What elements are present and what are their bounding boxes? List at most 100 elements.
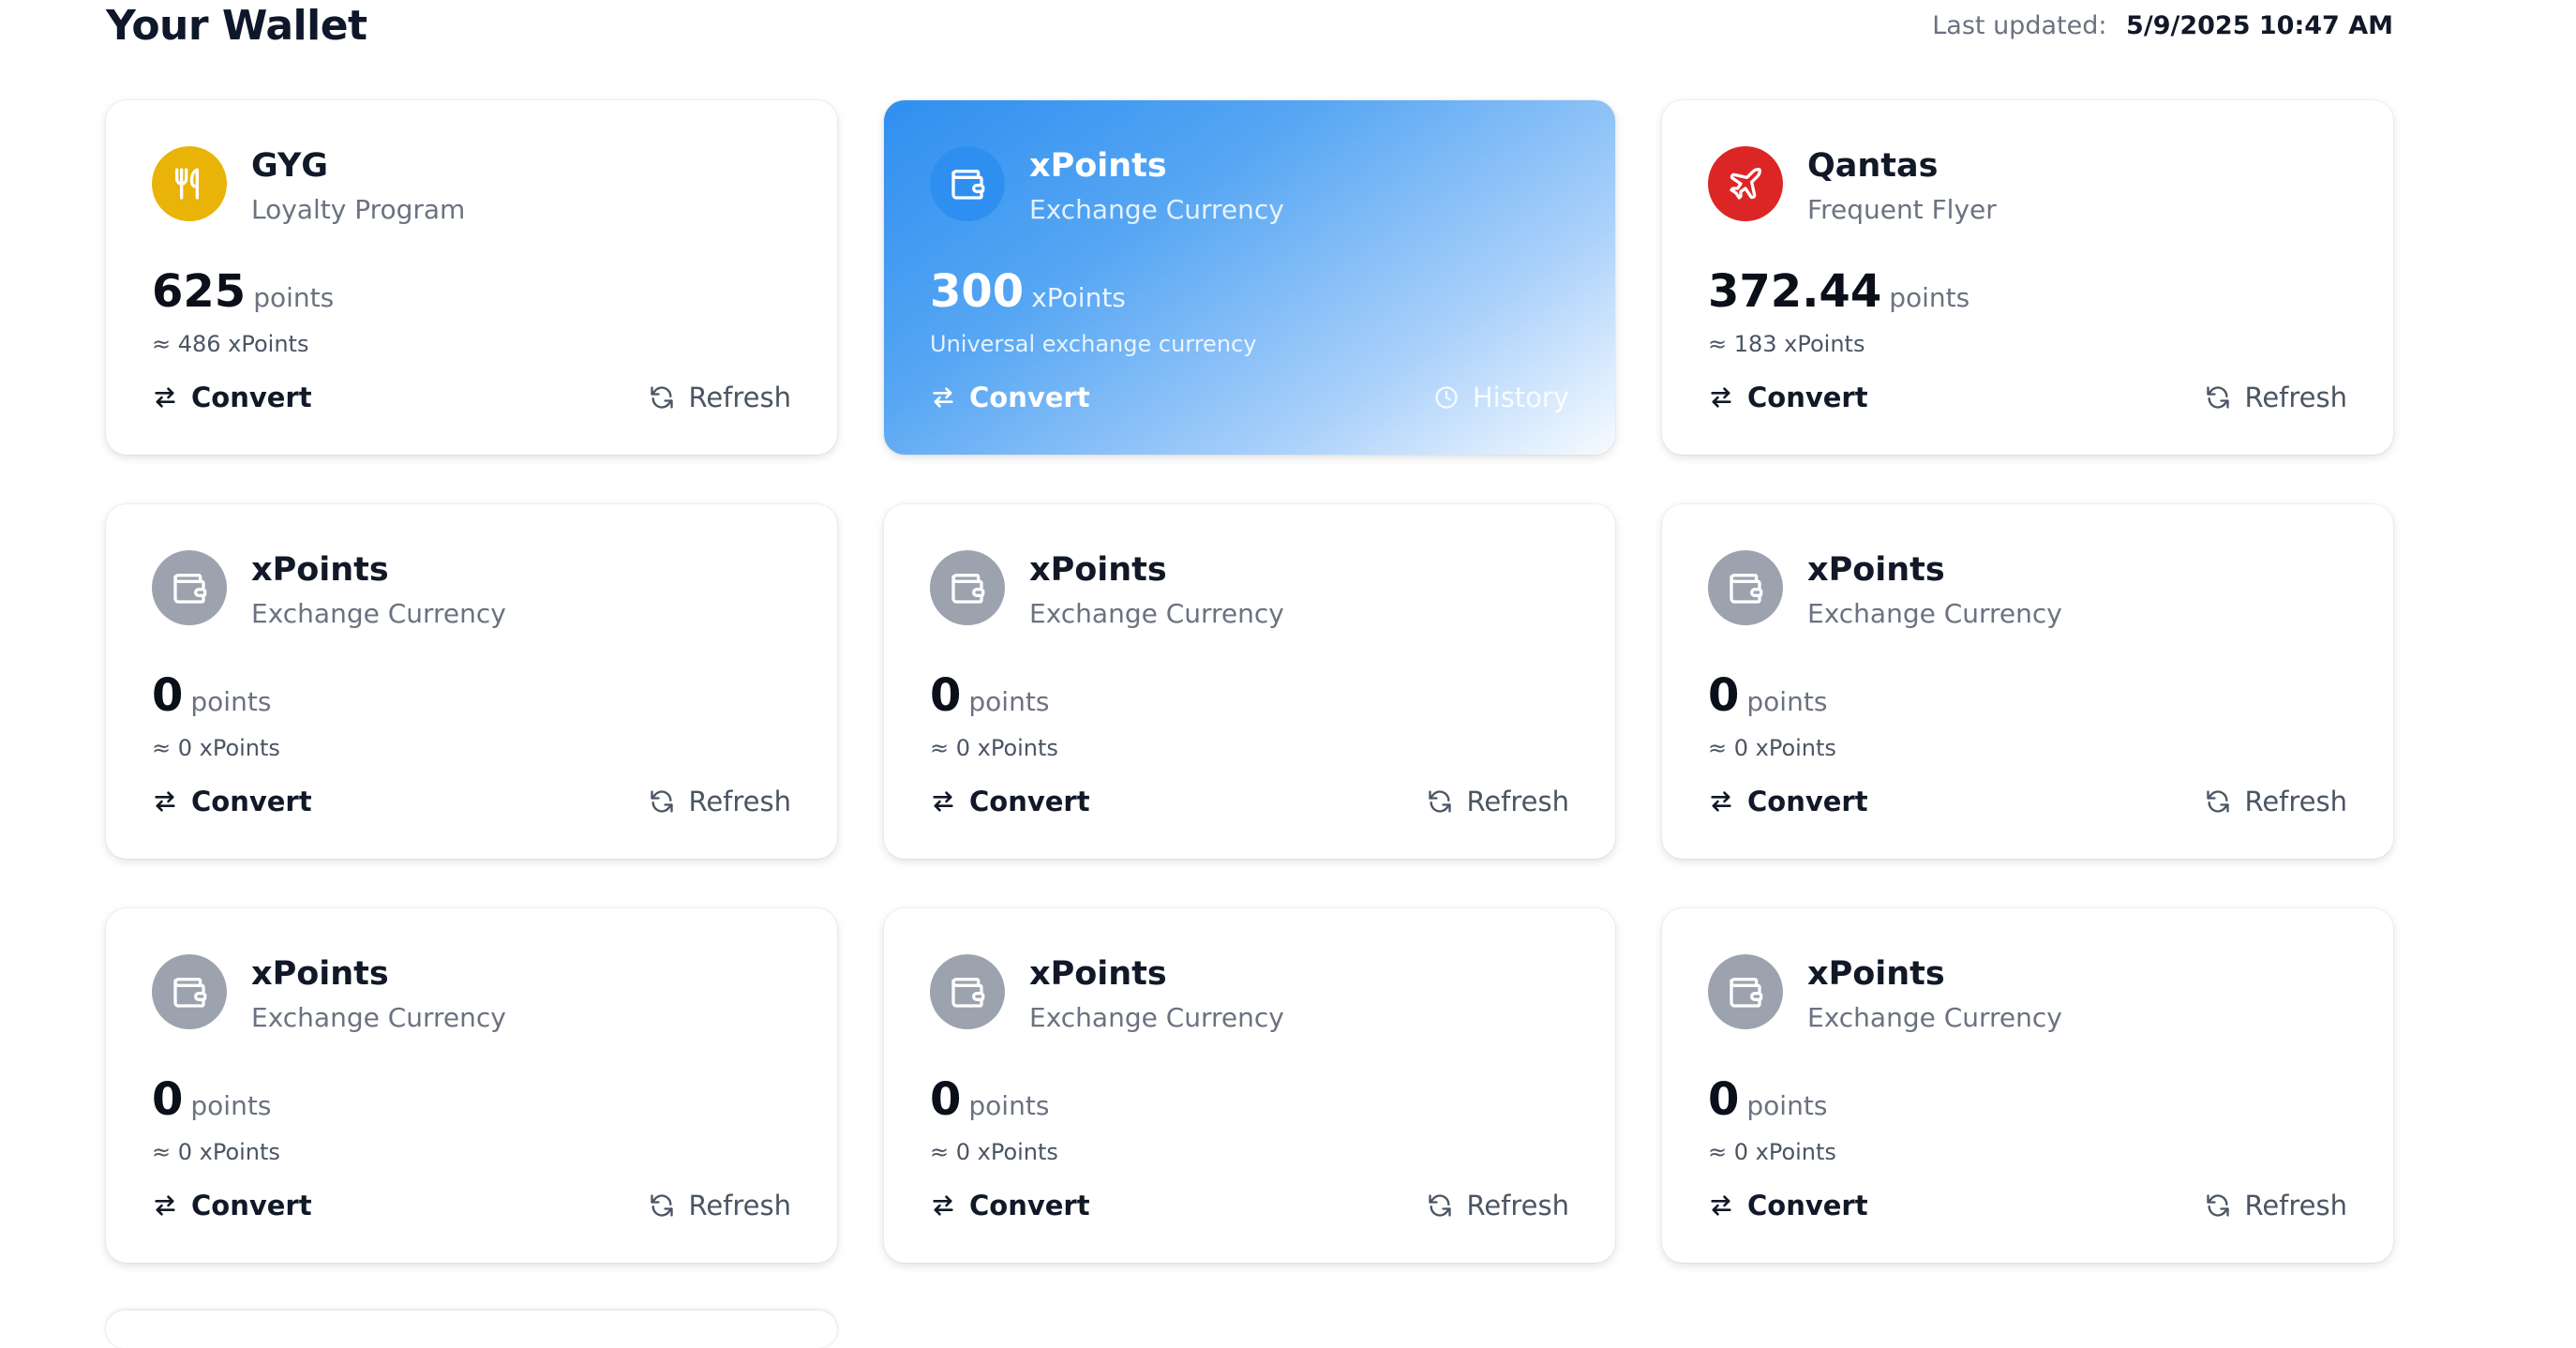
- refresh-label: Refresh: [688, 786, 791, 817]
- card-balance: 0 points: [930, 1073, 1049, 1126]
- refresh-icon: [2207, 790, 2230, 813]
- convert-label: Convert: [1747, 382, 1868, 413]
- card-balance: 0 points: [152, 669, 271, 722]
- card-approx: ≈ 0 xPoints: [1708, 1139, 1836, 1165]
- wallet-icon: [152, 954, 227, 1029]
- wallet-card-qantas[interactable]: Qantas Frequent Flyer 372.44 points ≈ 183…: [1662, 100, 2393, 455]
- wallet-card-gyg[interactable]: GYG Loyalty Program 625 points ≈ 486 xPoi…: [106, 100, 837, 455]
- wallet-card-xpoints[interactable]: xPoints Exchange Currency 0 points ≈ 0 xP…: [106, 908, 837, 1263]
- wallet-card-xpoints[interactable]: xPoints Exchange Currency 0 points ≈ 0 xP…: [1662, 908, 2393, 1263]
- card-subtitle: Exchange Currency: [1807, 598, 2062, 629]
- last-updated: Last updated: 5/9/2025 10:47 AM: [1932, 11, 2393, 40]
- card-subtitle: Exchange Currency: [1807, 1002, 2062, 1033]
- card-approx: ≈ 183 xPoints: [1708, 331, 1865, 357]
- card-name: xPoints: [1029, 955, 1167, 993]
- convert-label: Convert: [969, 786, 1090, 817]
- card-subtitle: Exchange Currency: [1029, 598, 1284, 629]
- card-amount: 0: [1708, 669, 1740, 722]
- wallet-icon: [930, 954, 1005, 1029]
- card-unit: points: [968, 1090, 1050, 1121]
- convert-icon: [155, 791, 175, 812]
- refresh-button[interactable]: Refresh: [1427, 786, 1569, 817]
- refresh-label: Refresh: [688, 1190, 791, 1221]
- refresh-button[interactable]: Refresh: [649, 786, 791, 817]
- convert-icon: [155, 1195, 175, 1216]
- convert-icon: [1711, 387, 1731, 408]
- card-approx: ≈ 0 xPoints: [930, 735, 1058, 761]
- card-unit: points: [190, 1090, 272, 1121]
- convert-button[interactable]: Convert: [1708, 786, 1868, 817]
- card-subtitle: Exchange Currency: [251, 1002, 506, 1033]
- card-amount: 372.44: [1708, 265, 1882, 318]
- wallet-card-partial[interactable]: [106, 1311, 837, 1348]
- clock-icon: [1435, 386, 1458, 409]
- refresh-label: Refresh: [1466, 1190, 1569, 1221]
- refresh-icon: [2207, 1194, 2230, 1217]
- refresh-label: Refresh: [2244, 786, 2347, 817]
- refresh-button[interactable]: Refresh: [2205, 1190, 2347, 1221]
- card-approx: ≈ 486 xPoints: [152, 331, 309, 357]
- wallet-icon: [930, 146, 1005, 221]
- history-button[interactable]: History: [1433, 382, 1569, 413]
- page-title: Your Wallet: [106, 2, 367, 50]
- convert-icon: [933, 387, 953, 408]
- card-balance: 0 points: [930, 669, 1049, 722]
- card-amount: 0: [152, 1073, 184, 1126]
- card-approx: ≈ 0 xPoints: [1708, 735, 1836, 761]
- card-amount: 300: [930, 265, 1025, 318]
- card-name: xPoints: [1029, 147, 1167, 185]
- refresh-icon: [1429, 1194, 1452, 1217]
- convert-button[interactable]: Convert: [152, 786, 312, 817]
- card-balance: 372.44 points: [1708, 265, 1969, 318]
- wallet-card-xpoints[interactable]: xPoints Exchange Currency 0 points ≈ 0 xP…: [106, 504, 837, 859]
- refresh-button[interactable]: Refresh: [2205, 382, 2347, 413]
- card-description: Universal exchange currency: [930, 331, 1257, 357]
- card-amount: 0: [930, 1073, 962, 1126]
- plane-icon: [1708, 146, 1783, 221]
- convert-button[interactable]: Convert: [1708, 382, 1868, 413]
- card-balance: 300 xPoints: [930, 265, 1126, 318]
- card-balance: 0 points: [152, 1073, 271, 1126]
- card-subtitle: Loyalty Program: [251, 194, 466, 225]
- card-subtitle: Exchange Currency: [251, 598, 506, 629]
- convert-label: Convert: [1747, 1190, 1868, 1221]
- card-name: Qantas: [1807, 147, 1939, 185]
- card-balance: 0 points: [1708, 669, 1827, 722]
- convert-icon: [1711, 1195, 1731, 1216]
- refresh-label: Refresh: [2244, 382, 2347, 413]
- card-balance: 0 points: [1708, 1073, 1827, 1126]
- card-name: xPoints: [1807, 551, 1945, 589]
- card-subtitle: Exchange Currency: [1029, 194, 1284, 225]
- wallet-icon: [1708, 550, 1783, 625]
- card-unit: points: [968, 686, 1050, 717]
- convert-icon: [933, 1195, 953, 1216]
- card-name: xPoints: [1807, 955, 1945, 993]
- wallet-card-xpoints[interactable]: xPoints Exchange Currency 0 points ≈ 0 xP…: [1662, 504, 2393, 859]
- refresh-button[interactable]: Refresh: [1427, 1190, 1569, 1221]
- convert-button[interactable]: Convert: [152, 1190, 312, 1221]
- wallet-card-xpoints[interactable]: xPoints Exchange Currency 0 points ≈ 0 xP…: [884, 908, 1615, 1263]
- convert-button[interactable]: Convert: [1708, 1190, 1868, 1221]
- refresh-label: Refresh: [688, 382, 791, 413]
- card-balance: 625 points: [152, 265, 334, 318]
- refresh-label: Refresh: [1466, 786, 1569, 817]
- convert-label: Convert: [191, 382, 312, 413]
- wallet-card-xpoints-featured[interactable]: xPoints Exchange Currency 300 xPoints Uni…: [884, 100, 1615, 455]
- card-unit: points: [190, 686, 272, 717]
- wallet-card-xpoints[interactable]: xPoints Exchange Currency 0 points ≈ 0 xP…: [884, 504, 1615, 859]
- convert-button[interactable]: Convert: [930, 786, 1090, 817]
- refresh-button[interactable]: Refresh: [2205, 786, 2347, 817]
- refresh-button[interactable]: Refresh: [649, 382, 791, 413]
- convert-button[interactable]: Convert: [930, 1190, 1090, 1221]
- convert-label: Convert: [191, 1190, 312, 1221]
- wallet-page: Your Wallet Last updated: 5/9/2025 10:47…: [0, 0, 2576, 1348]
- refresh-button[interactable]: Refresh: [649, 1190, 791, 1221]
- history-label: History: [1472, 382, 1569, 413]
- card-name: xPoints: [1029, 551, 1167, 589]
- card-subtitle: Exchange Currency: [1029, 1002, 1284, 1033]
- card-amount: 0: [1708, 1073, 1740, 1126]
- wallet-icon: [1708, 954, 1783, 1029]
- card-unit: xPoints: [1031, 282, 1126, 313]
- convert-button[interactable]: Convert: [930, 382, 1090, 413]
- convert-button[interactable]: Convert: [152, 382, 312, 413]
